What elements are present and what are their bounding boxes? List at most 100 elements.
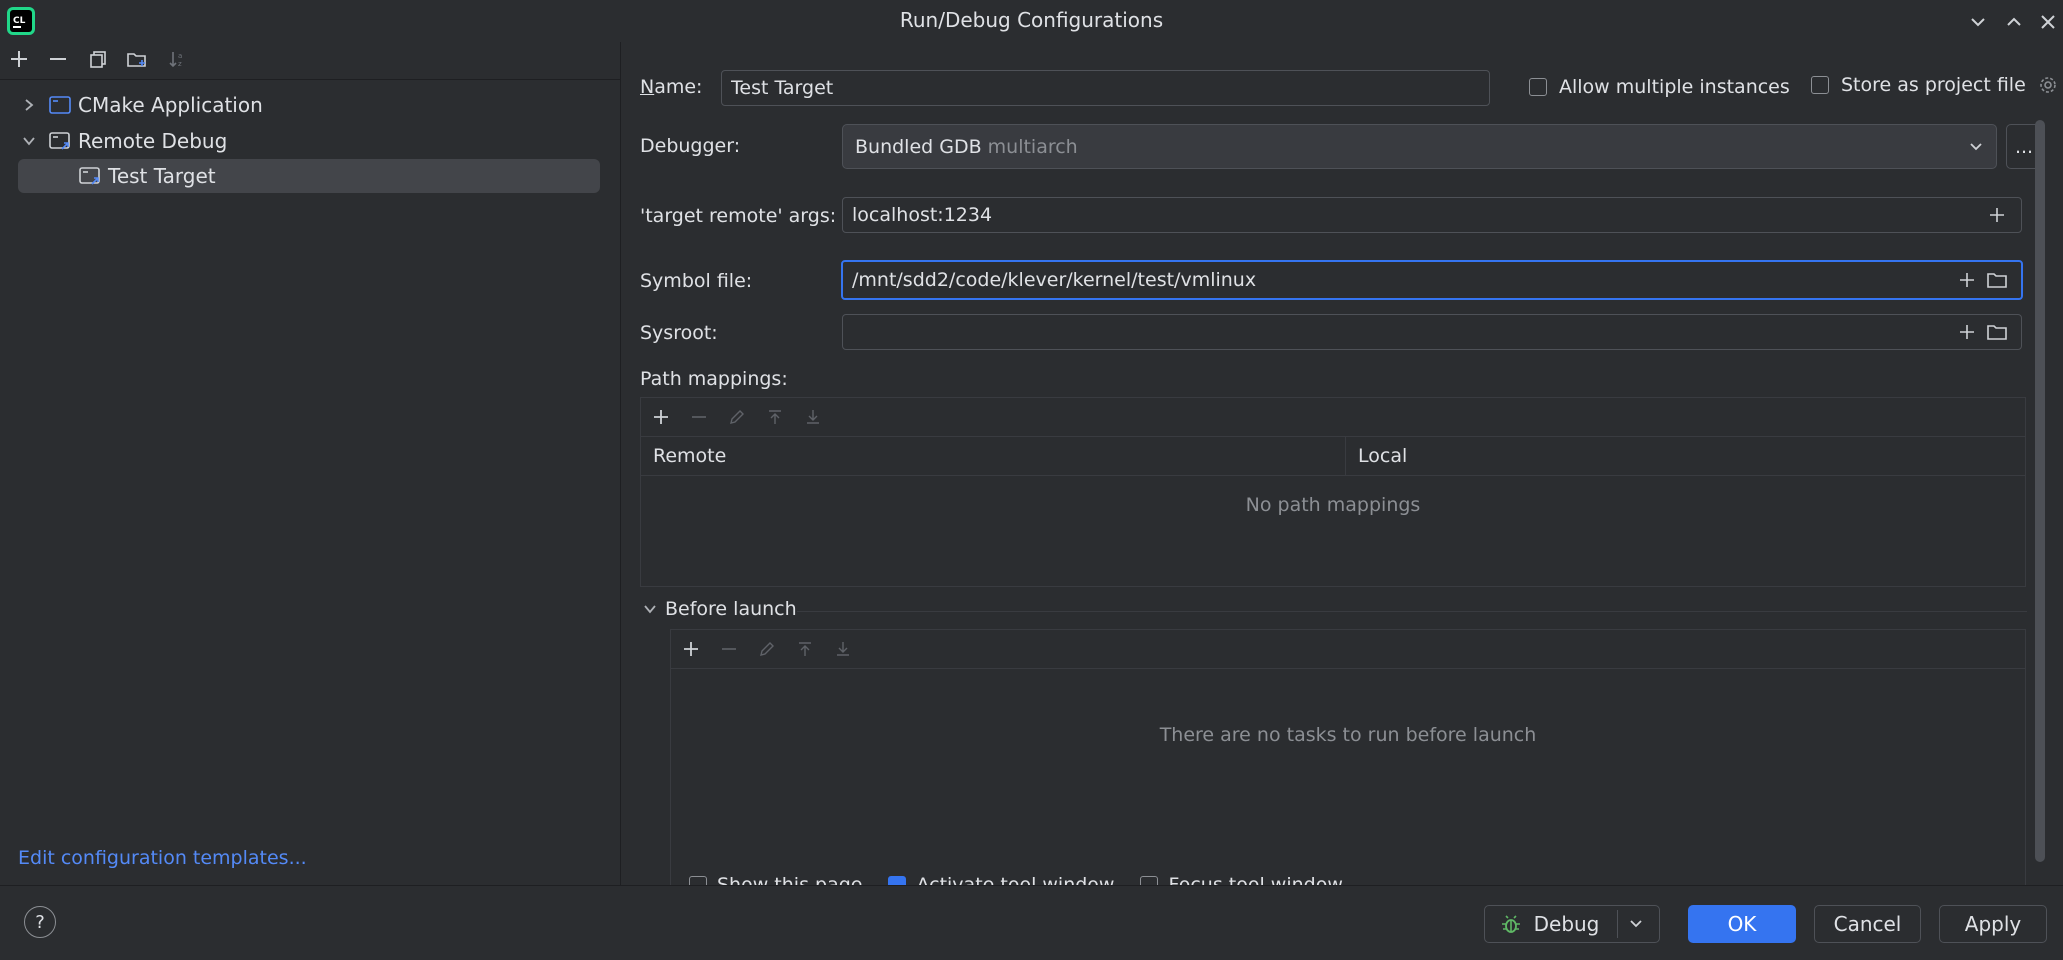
allow-multiple-instances-checkbox[interactable] bbox=[1529, 78, 1547, 96]
edit-configuration-templates-link[interactable]: Edit configuration templates... bbox=[18, 847, 307, 869]
name-label: Name: bbox=[640, 76, 703, 98]
tree-item-label: CMake Application bbox=[78, 93, 263, 117]
remove-icon[interactable] bbox=[44, 45, 72, 73]
bottom-options: Show this page Activate tool window Focu… bbox=[689, 872, 1389, 885]
before-launch-header[interactable]: Before launch bbox=[643, 598, 797, 620]
remove-icon[interactable] bbox=[685, 403, 713, 431]
new-folder-icon[interactable] bbox=[123, 45, 151, 73]
close-icon[interactable] bbox=[2034, 8, 2062, 36]
add-icon[interactable] bbox=[5, 45, 33, 73]
before-launch-empty-text: There are no tasks to run before launch bbox=[1159, 724, 1537, 746]
allow-multiple-instances-label: Allow multiple instances bbox=[1559, 76, 1790, 98]
sysroot-input[interactable] bbox=[842, 314, 2022, 350]
move-down-icon[interactable] bbox=[829, 635, 857, 663]
chevron-down-icon[interactable] bbox=[643, 603, 657, 615]
title-bar: CL Run/Debug Configurations bbox=[0, 0, 2063, 42]
debug-label: Debug bbox=[1533, 912, 1600, 936]
tree-item-label: Remote Debug bbox=[78, 129, 228, 153]
configurations-tree-pane: az CMake Application Remote Debug Test T… bbox=[0, 42, 621, 885]
debugger-label: Debugger: bbox=[640, 135, 741, 157]
path-mappings-table: Remote Local No path mappings bbox=[640, 397, 2026, 587]
add-icon[interactable] bbox=[677, 635, 705, 663]
remote-debug-icon bbox=[78, 166, 102, 186]
move-up-icon[interactable] bbox=[761, 403, 789, 431]
store-as-project-file-checkbox[interactable] bbox=[1811, 76, 1829, 94]
sort-icon[interactable]: az bbox=[163, 45, 191, 73]
target-remote-args-label: 'target remote' args: bbox=[640, 205, 837, 227]
activate-tool-window-label: Activate tool window bbox=[916, 874, 1115, 885]
tree-item-cmake-application[interactable]: CMake Application bbox=[18, 88, 600, 122]
debugger-value: Bundled GDB bbox=[855, 135, 982, 158]
debugger-hint: multiarch bbox=[987, 135, 1078, 158]
chevron-down-icon[interactable] bbox=[1968, 139, 1984, 155]
add-icon[interactable] bbox=[1982, 200, 2012, 230]
name-input[interactable]: Test Target bbox=[721, 70, 1490, 106]
name-value: Test Target bbox=[731, 77, 834, 99]
tree-item-label: Test Target bbox=[108, 164, 216, 188]
path-mappings-header: Remote Local bbox=[641, 437, 2025, 476]
svg-text:a: a bbox=[178, 52, 182, 60]
chevron-down-icon[interactable] bbox=[18, 135, 40, 147]
path-mappings-label: Path mappings: bbox=[640, 368, 788, 390]
copy-icon[interactable] bbox=[84, 45, 112, 73]
activate-tool-window-option[interactable]: Activate tool window bbox=[888, 874, 1114, 885]
chevron-down-icon[interactable] bbox=[1964, 8, 1992, 36]
move-up-icon[interactable] bbox=[791, 635, 819, 663]
add-icon[interactable] bbox=[647, 403, 675, 431]
path-mappings-empty-text: No path mappings bbox=[1245, 494, 1421, 516]
column-local[interactable]: Local bbox=[1346, 437, 2025, 475]
activate-tool-window-checkbox[interactable] bbox=[888, 876, 907, 885]
allow-multiple-instances-option[interactable]: Allow multiple instances bbox=[1529, 76, 1790, 98]
add-icon[interactable] bbox=[1952, 265, 1982, 295]
path-mappings-toolbar bbox=[641, 398, 2025, 437]
add-icon[interactable] bbox=[1952, 317, 1982, 347]
folder-icon[interactable] bbox=[1982, 317, 2012, 347]
target-remote-args-value: localhost:1234 bbox=[852, 204, 993, 226]
edit-icon[interactable] bbox=[753, 635, 781, 663]
show-this-page-label: Show this page bbox=[717, 874, 863, 885]
bug-icon bbox=[1500, 913, 1522, 935]
tree-item-remote-debug[interactable]: Remote Debug bbox=[18, 124, 600, 158]
focus-tool-window-checkbox[interactable] bbox=[1140, 876, 1159, 885]
dialog-footer: ? Debug OK Cancel Apply bbox=[0, 885, 2063, 960]
edit-icon[interactable] bbox=[723, 403, 751, 431]
svg-text:z: z bbox=[178, 60, 182, 68]
before-launch-label: Before launch bbox=[665, 598, 797, 620]
chevron-up-icon[interactable] bbox=[2000, 8, 2028, 36]
symbol-file-label: Symbol file: bbox=[640, 270, 753, 292]
sysroot-label: Sysroot: bbox=[640, 322, 718, 344]
chevron-right-icon[interactable] bbox=[18, 98, 40, 112]
tree-item-test-target[interactable]: Test Target bbox=[18, 159, 600, 193]
help-icon: ? bbox=[35, 911, 45, 933]
store-as-project-file-label: Store as project file bbox=[1841, 74, 2026, 96]
column-remote[interactable]: Remote bbox=[641, 437, 1346, 475]
store-as-project-file-option[interactable]: Store as project file bbox=[1811, 74, 2058, 96]
ok-button[interactable]: OK bbox=[1688, 905, 1796, 943]
remove-icon[interactable] bbox=[715, 635, 743, 663]
focus-tool-window-option[interactable]: Focus tool window bbox=[1140, 874, 1343, 885]
debug-split-button[interactable]: Debug bbox=[1484, 905, 1660, 943]
vertical-scrollbar[interactable] bbox=[2035, 120, 2045, 862]
configuration-form: Name: Test Target Allow multiple instanc… bbox=[621, 42, 2063, 905]
toolbar-divider bbox=[0, 79, 620, 80]
folder-icon[interactable] bbox=[1982, 265, 2012, 295]
window-title: Run/Debug Configurations bbox=[899, 8, 1164, 32]
show-this-page-option[interactable]: Show this page bbox=[689, 874, 862, 885]
before-launch-table: There are no tasks to run before launch bbox=[670, 629, 2026, 905]
focus-tool-window-label: Focus tool window bbox=[1168, 874, 1343, 885]
before-launch-divider bbox=[797, 611, 2027, 612]
debugger-select[interactable]: Bundled GDB multiarch bbox=[842, 124, 1997, 169]
gear-icon[interactable] bbox=[2038, 75, 2058, 95]
chevron-down-icon[interactable] bbox=[1628, 916, 1644, 932]
show-this-page-checkbox[interactable] bbox=[689, 876, 707, 885]
help-button[interactable]: ? bbox=[24, 906, 56, 938]
cancel-button[interactable]: Cancel bbox=[1814, 905, 1921, 943]
remote-debug-icon bbox=[48, 131, 72, 151]
apply-button[interactable]: Apply bbox=[1939, 905, 2047, 943]
cmake-application-icon bbox=[48, 95, 72, 115]
symbol-file-value: /mnt/sdd2/code/klever/kernel/test/vmlinu… bbox=[852, 269, 1257, 291]
move-down-icon[interactable] bbox=[799, 403, 827, 431]
target-remote-args-input[interactable]: localhost:1234 bbox=[842, 197, 2022, 233]
before-launch-toolbar bbox=[671, 630, 2025, 669]
symbol-file-input[interactable]: /mnt/sdd2/code/klever/kernel/test/vmlinu… bbox=[841, 260, 2023, 300]
